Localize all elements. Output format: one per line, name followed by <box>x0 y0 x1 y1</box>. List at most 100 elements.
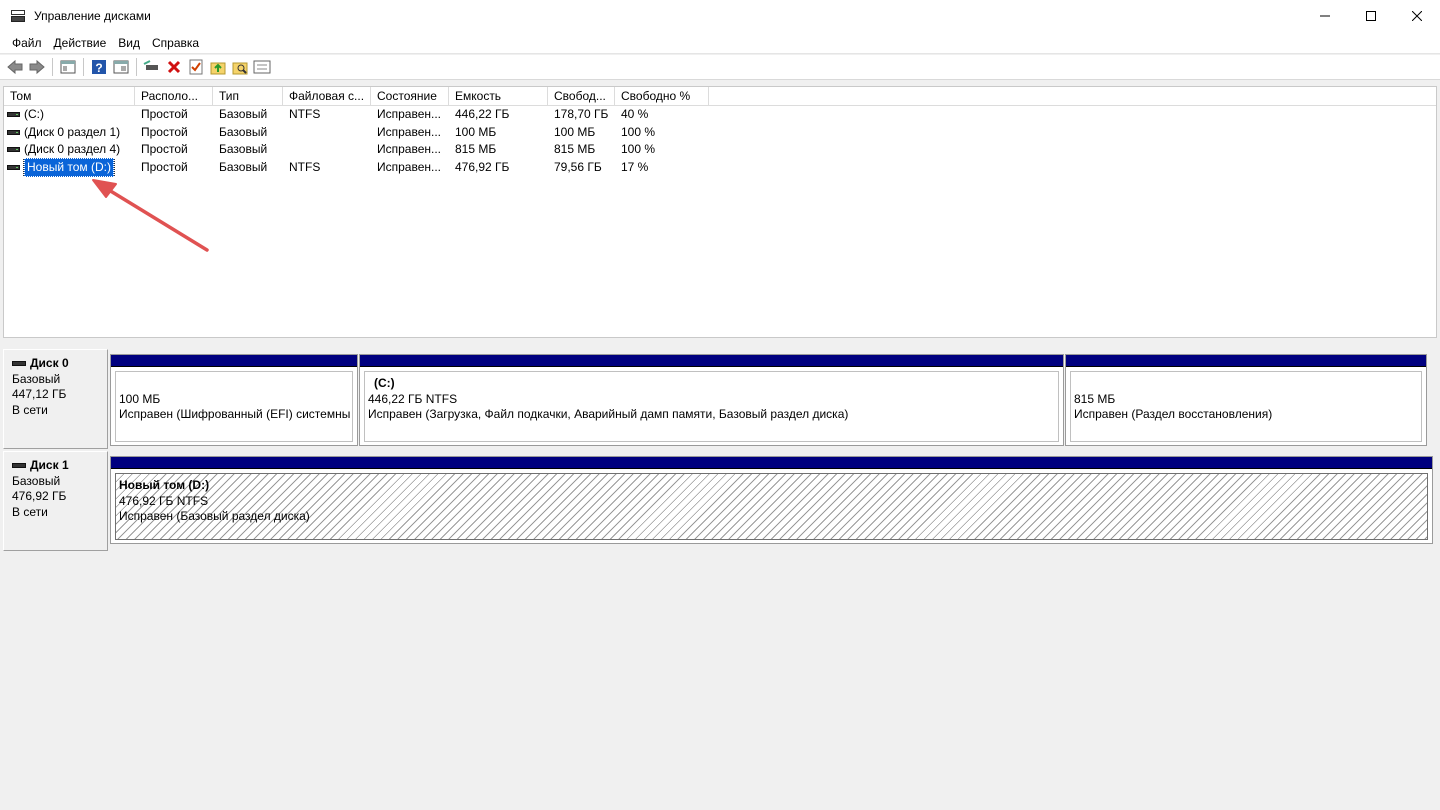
table-cell: Простой <box>141 142 188 157</box>
delete-icon <box>167 60 181 74</box>
checklist-icon <box>189 59 203 75</box>
toolbar-separator <box>136 58 137 76</box>
partition-bar <box>1066 355 1426 367</box>
table-cell: 100 МБ <box>554 124 596 139</box>
minimize-button[interactable] <box>1302 0 1348 32</box>
partition-size: 476,92 ГБ NTFS <box>119 493 209 508</box>
back-button[interactable] <box>4 56 26 78</box>
table-cell: NTFS <box>289 159 321 174</box>
minimize-icon <box>1320 15 1330 17</box>
volume-list: Том Располо... Тип Файловая с... Состоян… <box>3 86 1437 338</box>
volume-name: (C:) <box>24 107 44 122</box>
column-header-capacity[interactable]: Емкость <box>449 87 548 105</box>
disk-status: В сети <box>12 504 48 519</box>
forward-icon <box>29 59 45 75</box>
partition-status: Исправен (Шифрованный (EFI) системны <box>119 407 351 421</box>
table-row-selected[interactable]: Новый том (D:) Простой Базовый NTFS Испр… <box>4 157 1436 177</box>
partition-title <box>119 376 352 392</box>
column-header-filesystem[interactable]: Файловая с... <box>283 87 371 105</box>
table-cell: 100 % <box>621 142 656 157</box>
volume-name: (Диск 0 раздел 1) <box>24 124 121 139</box>
disk-graphic-pane: Диск 0 Базовый 447,12 ГБ В сети 100 МБ И… <box>3 345 1437 810</box>
disk-size: 447,12 ГБ <box>12 387 67 401</box>
table-cell: 17 % <box>621 159 649 174</box>
table-cell: 79,56 ГБ <box>554 159 602 174</box>
column-header-type[interactable]: Тип <box>213 87 283 105</box>
folder-search-button[interactable] <box>229 56 251 78</box>
forward-button[interactable] <box>26 56 48 78</box>
table-cell: Базовый <box>219 107 268 122</box>
partition-efi[interactable]: 100 МБ Исправен (Шифрованный (EFI) систе… <box>110 354 358 446</box>
column-header-volume[interactable]: Том <box>4 87 135 105</box>
delete-button[interactable] <box>163 56 185 78</box>
table-row[interactable]: (C:) Простой Базовый NTFS Исправен... 44… <box>4 106 1436 124</box>
folder-up-button[interactable] <box>207 56 229 78</box>
volume-name: Новый том (D:) <box>23 157 115 177</box>
disk-label[interactable]: Диск 0 Базовый 447,12 ГБ В сети <box>3 349 108 449</box>
connect-button[interactable] <box>141 56 163 78</box>
list-header: Том Располо... Тип Файловая с... Состоян… <box>4 87 1436 106</box>
column-header-free-percent[interactable]: Свободно % <box>615 87 709 105</box>
menu-view[interactable]: Вид <box>112 36 146 50</box>
disk-icon <box>12 361 26 367</box>
partition-body: (C:) 446,22 ГБ NTFS Исправен (Загрузка, … <box>364 371 1059 442</box>
folder-up-icon <box>210 62 226 75</box>
table-cell: 446,22 ГБ <box>455 107 510 122</box>
volume-icon <box>7 147 20 153</box>
svg-text:?: ? <box>95 61 102 75</box>
partition-recovery[interactable]: 815 МБ Исправен (Раздел восстановления) <box>1065 354 1427 446</box>
disk-name: Диск 1 <box>30 458 69 472</box>
list-button[interactable] <box>251 56 273 78</box>
partition-status: Исправен (Загрузка, Файл подкачки, Авари… <box>368 407 849 421</box>
connect-icon <box>143 60 158 70</box>
toolbar-separator <box>83 58 84 76</box>
table-cell: 100 МБ <box>455 124 497 139</box>
partition-size: 100 МБ <box>119 391 161 406</box>
maximize-button[interactable] <box>1348 0 1394 32</box>
checklist-button[interactable] <box>185 56 207 78</box>
column-header-layout[interactable]: Располо... <box>135 87 213 105</box>
partition-d[interactable]: Новый том (D:) 476,92 ГБ NTFS Исправен (… <box>110 456 1433 544</box>
table-cell: Простой <box>141 124 188 139</box>
properties-icon <box>113 60 129 74</box>
table-cell: 40 % <box>621 107 649 122</box>
table-row[interactable]: (Диск 0 раздел 4) Простой Базовый Исправ… <box>4 141 1436 159</box>
partition-size: 815 МБ <box>1074 391 1116 406</box>
close-button[interactable] <box>1394 0 1440 32</box>
disk-type: Базовый <box>12 473 61 488</box>
partition-c[interactable]: (C:) 446,22 ГБ NTFS Исправен (Загрузка, … <box>359 354 1064 446</box>
volume-icon <box>7 112 20 118</box>
column-header-free-space[interactable]: Свобод... <box>548 87 615 105</box>
menu-action[interactable]: Действие <box>48 36 113 50</box>
disk-row: Диск 1 Базовый 476,92 ГБ В сети Новый то… <box>3 451 1437 551</box>
toolbar-separator <box>52 58 53 76</box>
table-cell: Базовый <box>219 142 268 157</box>
disk-management-icon <box>10 8 26 24</box>
menu-help[interactable]: Справка <box>146 36 205 50</box>
volume-name: (Диск 0 раздел 4) <box>24 142 121 157</box>
table-cell: Базовый <box>219 124 268 139</box>
menu-file[interactable]: Файл <box>6 36 48 50</box>
table-cell: Простой <box>141 107 188 122</box>
partition-size: 446,22 ГБ NTFS <box>368 391 458 406</box>
title-bar: Управление дисками <box>0 0 1440 32</box>
partition-body: 100 МБ Исправен (Шифрованный (EFI) систе… <box>115 371 353 442</box>
partition-title: (C:) <box>374 376 395 390</box>
table-cell: Базовый <box>219 159 268 174</box>
disk-type: Базовый <box>12 371 61 386</box>
partition-bar <box>360 355 1063 367</box>
table-cell: 815 МБ <box>455 142 497 157</box>
properties-button[interactable] <box>110 56 132 78</box>
maximize-icon <box>1366 11 1376 21</box>
help-button[interactable]: ? <box>88 56 110 78</box>
table-cell: Простой <box>141 159 188 174</box>
column-header-status[interactable]: Состояние <box>371 87 449 105</box>
table-cell: Исправен... <box>377 142 442 157</box>
console-tree-button[interactable] <box>57 56 79 78</box>
partition-title: Новый том (D:) <box>119 478 210 492</box>
table-cell: Исправен... <box>377 159 442 174</box>
volume-icon <box>7 164 20 170</box>
disk-label[interactable]: Диск 1 Базовый 476,92 ГБ В сети <box>3 451 108 551</box>
table-cell: 100 % <box>621 124 656 139</box>
table-row[interactable]: (Диск 0 раздел 1) Простой Базовый Исправ… <box>4 124 1436 142</box>
